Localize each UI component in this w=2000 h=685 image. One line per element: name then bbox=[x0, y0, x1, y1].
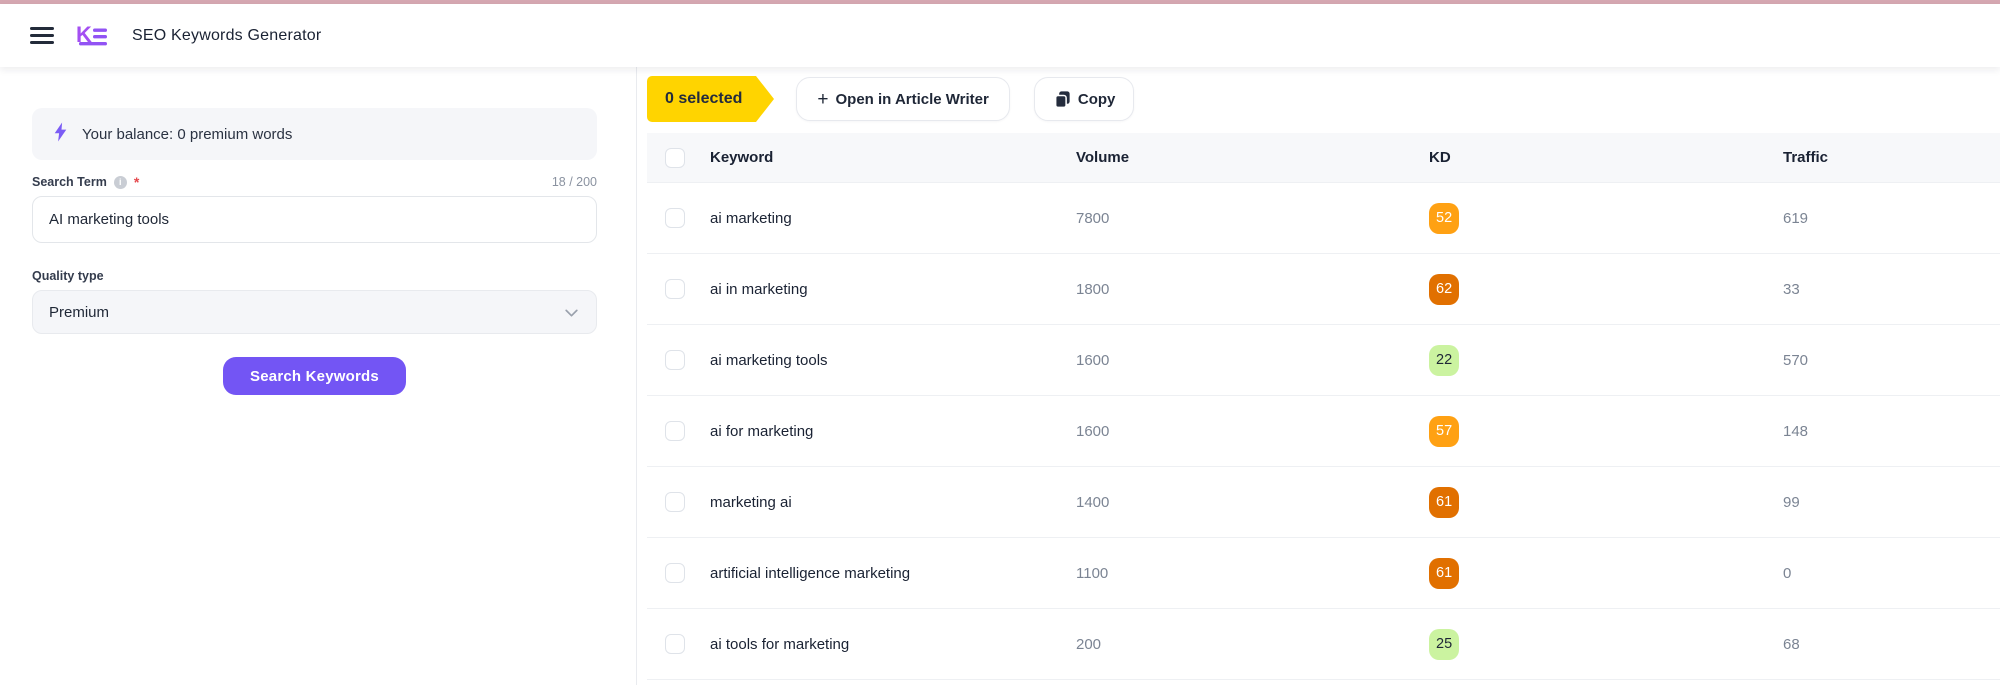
keyword-cell: ai marketing tools bbox=[710, 352, 1076, 369]
row-checkbox[interactable] bbox=[665, 634, 685, 654]
search-term-label-row: Search Term i * 18 / 200 bbox=[32, 175, 597, 189]
keyword-cell: ai for marketing bbox=[710, 423, 1076, 440]
hamburger-menu-icon[interactable] bbox=[30, 27, 54, 44]
kd-badge: 62 bbox=[1429, 274, 1459, 305]
required-asterisk: * bbox=[134, 177, 139, 187]
kd-badge: 57 bbox=[1429, 416, 1459, 447]
row-checkbox[interactable] bbox=[665, 421, 685, 441]
row-checkbox[interactable] bbox=[665, 563, 685, 583]
volume-cell: 1800 bbox=[1076, 281, 1429, 298]
keyword-cell: ai in marketing bbox=[710, 281, 1076, 298]
info-icon[interactable]: i bbox=[114, 176, 127, 189]
traffic-cell: 68 bbox=[1783, 636, 2000, 653]
sidebar: Your balance: 0 premium words Search Ter… bbox=[0, 67, 637, 685]
volume-cell: 200 bbox=[1076, 636, 1429, 653]
traffic-cell: 33 bbox=[1783, 281, 2000, 298]
traffic-cell: 148 bbox=[1783, 423, 2000, 440]
table-row: ai marketing 7800 52 619 bbox=[647, 183, 2000, 254]
row-checkbox[interactable] bbox=[665, 350, 685, 370]
column-header-volume: Volume bbox=[1076, 149, 1429, 166]
table-row: ai marketing tools 1600 22 570 bbox=[647, 325, 2000, 396]
volume-cell: 7800 bbox=[1076, 210, 1429, 227]
column-header-traffic: Traffic bbox=[1783, 149, 2000, 166]
search-term-label: Search Term bbox=[32, 175, 107, 189]
row-checkbox[interactable] bbox=[665, 492, 685, 512]
kd-badge: 52 bbox=[1429, 203, 1459, 234]
kd-badge: 61 bbox=[1429, 558, 1459, 589]
copy-label: Copy bbox=[1078, 91, 1116, 108]
results-toolbar: 0 selected + Open in Article Writer Copy bbox=[647, 76, 2000, 122]
row-checkbox[interactable] bbox=[665, 208, 685, 228]
search-term-input[interactable] bbox=[32, 196, 597, 243]
app-logo-icon: K bbox=[76, 22, 110, 49]
traffic-cell: 570 bbox=[1783, 352, 2000, 369]
table-row: marketing ai 1400 61 99 bbox=[647, 467, 2000, 538]
app-header: K SEO Keywords Generator bbox=[0, 4, 2000, 67]
kd-badge: 25 bbox=[1429, 629, 1459, 660]
quality-type-value: Premium bbox=[49, 304, 109, 321]
traffic-cell: 0 bbox=[1783, 565, 2000, 582]
quality-type-label: Quality type bbox=[32, 269, 104, 283]
row-checkbox[interactable] bbox=[665, 279, 685, 299]
keyword-cell: marketing ai bbox=[710, 494, 1076, 511]
traffic-cell: 619 bbox=[1783, 210, 2000, 227]
quality-type-select[interactable]: Premium bbox=[32, 290, 597, 334]
balance-banner: Your balance: 0 premium words bbox=[32, 108, 597, 160]
traffic-cell: 99 bbox=[1783, 494, 2000, 511]
chevron-down-icon bbox=[563, 304, 580, 321]
open-in-article-writer-label: Open in Article Writer bbox=[836, 91, 989, 108]
volume-cell: 1600 bbox=[1076, 423, 1429, 440]
volume-cell: 1600 bbox=[1076, 352, 1429, 369]
column-header-keyword: Keyword bbox=[710, 149, 1076, 166]
keyword-cell: ai marketing bbox=[710, 210, 1076, 227]
table-row: ai in marketing 1800 62 33 bbox=[647, 254, 2000, 325]
selected-count-badge: 0 selected bbox=[647, 76, 756, 122]
char-counter: 18 / 200 bbox=[552, 175, 597, 189]
table-row: artificial intelligence marketing 1100 6… bbox=[647, 538, 2000, 609]
copy-button[interactable]: Copy bbox=[1034, 77, 1135, 121]
table-header-row: Keyword Volume KD Traffic bbox=[647, 133, 2000, 183]
volume-cell: 1100 bbox=[1076, 565, 1429, 582]
column-header-kd: KD bbox=[1429, 149, 1783, 166]
balance-text: Your balance: 0 premium words bbox=[82, 126, 292, 143]
main-area: Your balance: 0 premium words Search Ter… bbox=[0, 67, 2000, 685]
page: K SEO Keywords Generator Your balance: 0… bbox=[0, 0, 2000, 685]
volume-cell: 1400 bbox=[1076, 494, 1429, 511]
open-in-article-writer-button[interactable]: + Open in Article Writer bbox=[796, 77, 1009, 121]
quality-type-label-row: Quality type bbox=[32, 269, 597, 283]
selected-count-text: 0 selected bbox=[665, 90, 742, 108]
page-title: SEO Keywords Generator bbox=[132, 27, 321, 45]
kd-badge: 61 bbox=[1429, 487, 1459, 518]
select-all-checkbox[interactable] bbox=[665, 148, 685, 168]
table-row: ai for marketing 1600 57 148 bbox=[647, 396, 2000, 467]
table-row: ai tools for marketing 200 25 68 bbox=[647, 609, 2000, 680]
keyword-cell: artificial intelligence marketing bbox=[710, 565, 1076, 582]
bolt-icon bbox=[53, 122, 68, 147]
keywords-table: Keyword Volume KD Traffic ai marketing 7… bbox=[647, 133, 2000, 680]
search-keywords-button[interactable]: Search Keywords bbox=[223, 357, 406, 395]
kd-badge: 22 bbox=[1429, 345, 1459, 376]
copy-icon bbox=[1053, 90, 1072, 109]
results-panel: 0 selected + Open in Article Writer Copy bbox=[637, 67, 2000, 685]
keyword-cell: ai tools for marketing bbox=[710, 636, 1076, 653]
plus-icon: + bbox=[817, 90, 828, 109]
